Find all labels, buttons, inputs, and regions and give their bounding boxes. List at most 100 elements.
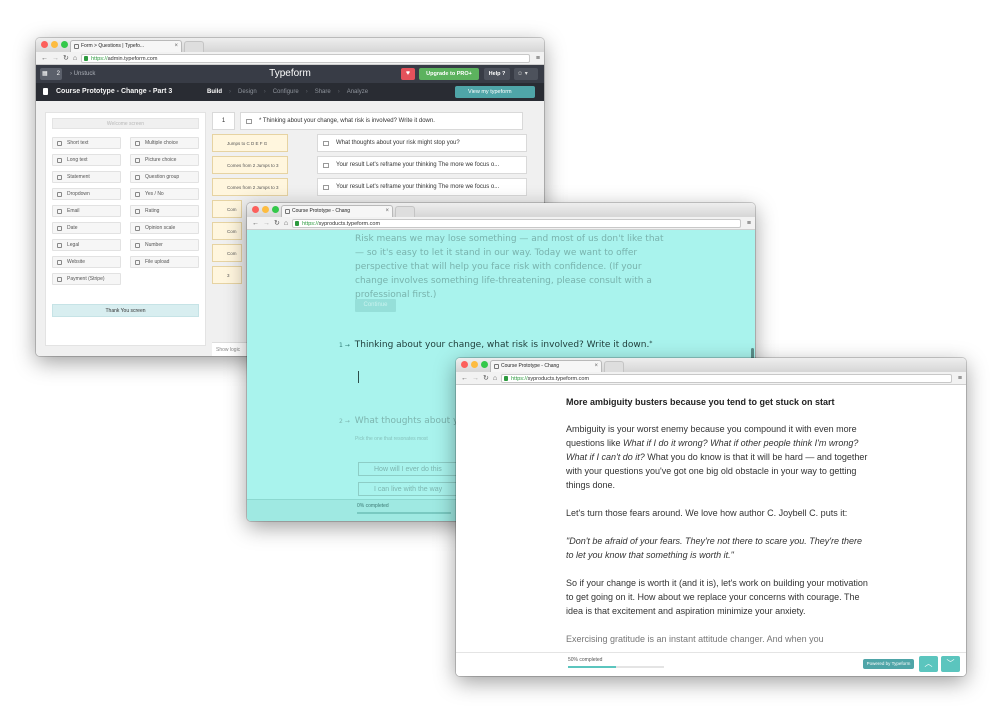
browser-menu-icon[interactable]: ≡ xyxy=(958,372,962,385)
field-question-group[interactable]: Question group xyxy=(130,171,199,183)
field-number[interactable]: Number xyxy=(130,239,199,251)
welcome-screen-button[interactable]: Welcome screen xyxy=(52,118,199,129)
minimize-window-button[interactable] xyxy=(51,41,58,48)
close-tab-icon[interactable]: × xyxy=(385,206,389,217)
url-field[interactable]: https://syproducts.typeform.com xyxy=(292,218,741,228)
field-multiple-choice[interactable]: Multiple choice xyxy=(130,137,199,149)
document-icon xyxy=(43,88,48,95)
field-label: Rating xyxy=(145,208,160,214)
field-legal[interactable]: Legal xyxy=(52,239,121,251)
field-long-text[interactable]: Long text xyxy=(52,154,121,166)
tab-configure[interactable]: Configure xyxy=(273,83,299,101)
thank-you-screen-button[interactable]: Thank You screen xyxy=(52,304,199,317)
field-date[interactable]: Date xyxy=(52,222,121,234)
forward-icon[interactable]: → xyxy=(472,372,479,385)
new-tab-button[interactable] xyxy=(395,206,415,217)
new-tab-button[interactable] xyxy=(184,41,204,52)
reload-icon[interactable]: ↻ xyxy=(63,52,69,65)
url-field[interactable]: https://syproducts.typeform.com xyxy=(501,373,952,383)
flag-icon xyxy=(246,119,252,124)
field-statement[interactable]: Statement xyxy=(52,171,121,183)
field-yes-no[interactable]: Yes / No xyxy=(130,188,199,200)
forward-icon[interactable]: → xyxy=(263,217,270,230)
home-icon[interactable]: ⌂ xyxy=(493,372,497,385)
close-window-button[interactable] xyxy=(461,361,468,368)
home-icon[interactable]: ⌂ xyxy=(73,52,77,65)
close-window-button[interactable] xyxy=(41,41,48,48)
browser-tab[interactable]: Form > Questions | Typefo... × xyxy=(70,40,182,52)
url-host: admin.typeform.com xyxy=(107,55,158,62)
tab-share[interactable]: Share xyxy=(315,83,331,101)
field-rating[interactable]: Rating xyxy=(130,205,199,217)
minimize-window-button[interactable] xyxy=(471,361,478,368)
question-card-1[interactable]: * Thinking about your change, what risk … xyxy=(240,112,523,130)
new-tab-button[interactable] xyxy=(604,361,624,372)
field-label: Opinion scale xyxy=(145,225,176,231)
previous-question-button[interactable]: ︿ xyxy=(919,656,938,672)
reload-icon[interactable]: ↻ xyxy=(274,217,280,230)
heart-icon[interactable]: ♥ xyxy=(401,68,415,80)
logic-jump-card[interactable]: Jumps to C D E F G xyxy=(212,134,288,152)
powered-by-badge[interactable]: Powered by Typeform xyxy=(863,659,914,669)
view-my-typeform-button[interactable]: View my typeform xyxy=(455,86,535,98)
logic-jump-card[interactable]: Com xyxy=(212,244,242,262)
result-card[interactable]: Your result Let's reframe your thinking … xyxy=(317,156,527,174)
url-field[interactable]: https://admin.typeform.com xyxy=(81,53,530,63)
tab-build[interactable]: Build xyxy=(207,83,222,101)
question-card-2[interactable]: What thoughts about your risk might stop… xyxy=(317,134,527,152)
zoom-window-button[interactable] xyxy=(272,206,279,213)
back-icon[interactable]: ← xyxy=(41,52,48,65)
field-short-text[interactable]: Short text xyxy=(52,137,121,149)
tab-analyze[interactable]: Analyze xyxy=(347,83,368,101)
field-label: Legal xyxy=(67,242,80,248)
logic-jump-card[interactable]: Com xyxy=(212,222,242,240)
calendar-icon xyxy=(57,226,62,231)
article-heading: More ambiguity busters because you tend … xyxy=(566,397,835,407)
result-card[interactable]: Your result Let's reframe your thinking … xyxy=(317,178,527,196)
logic-jump-card[interactable]: 3 xyxy=(212,266,242,284)
logic-jump-card[interactable]: Com xyxy=(212,200,242,218)
field-payment[interactable]: Payment (Stripe) xyxy=(52,273,121,285)
cloud-upload-icon xyxy=(135,260,140,265)
continue-button[interactable]: Continue xyxy=(355,299,396,312)
logic-jump-card[interactable]: Comes from 2 Jumps to 3 xyxy=(212,178,288,196)
close-tab-icon[interactable]: × xyxy=(174,41,178,52)
statement-icon xyxy=(57,175,62,180)
forward-icon[interactable]: → xyxy=(52,52,59,65)
minimize-window-button[interactable] xyxy=(262,206,269,213)
tab-design[interactable]: Design xyxy=(238,83,257,101)
close-window-button[interactable] xyxy=(252,206,259,213)
answer-input[interactable] xyxy=(358,371,359,383)
field-dropdown[interactable]: Dropdown xyxy=(52,188,121,200)
field-label: Number xyxy=(145,242,163,248)
user-menu-button[interactable]: ☺ ▾ xyxy=(514,68,538,80)
field-email[interactable]: Email xyxy=(52,205,121,217)
question-number: 2 → xyxy=(339,418,350,425)
back-icon[interactable]: ← xyxy=(461,372,468,385)
typeform-favicon-icon xyxy=(285,209,290,214)
next-question-button[interactable]: ﹀ xyxy=(941,656,960,672)
home-icon[interactable]: ⌂ xyxy=(284,217,288,230)
logic-jump-card[interactable]: Comes from 2 Jumps to 3 xyxy=(212,156,288,174)
field-label: File upload xyxy=(145,259,170,265)
chevron-right-icon: › xyxy=(337,89,340,95)
field-picture-choice[interactable]: Picture choice xyxy=(130,154,199,166)
statement-text: Risk means we may lose something — and m… xyxy=(355,234,664,300)
browser-menu-icon[interactable]: ≡ xyxy=(747,217,751,230)
dropdown-icon xyxy=(57,192,62,197)
field-opinion-scale[interactable]: Opinion scale xyxy=(130,222,199,234)
reload-icon[interactable]: ↻ xyxy=(483,372,489,385)
field-file-upload[interactable]: File upload xyxy=(130,256,199,268)
close-tab-icon[interactable]: × xyxy=(594,361,598,372)
browser-menu-icon[interactable]: ≡ xyxy=(536,52,540,65)
upgrade-button[interactable]: Upgrade to PRO+ xyxy=(419,68,479,80)
browser-tab[interactable]: Course Prototype - Chang × xyxy=(490,360,602,372)
zoom-window-button[interactable] xyxy=(481,361,488,368)
link-icon xyxy=(57,260,62,265)
back-icon[interactable]: ← xyxy=(252,217,259,230)
field-website[interactable]: Website xyxy=(52,256,121,268)
browser-tab[interactable]: Course Prototype - Chang × xyxy=(281,205,393,217)
question-number: 1 → xyxy=(339,342,350,349)
help-button[interactable]: Help ? xyxy=(484,68,510,80)
zoom-window-button[interactable] xyxy=(61,41,68,48)
